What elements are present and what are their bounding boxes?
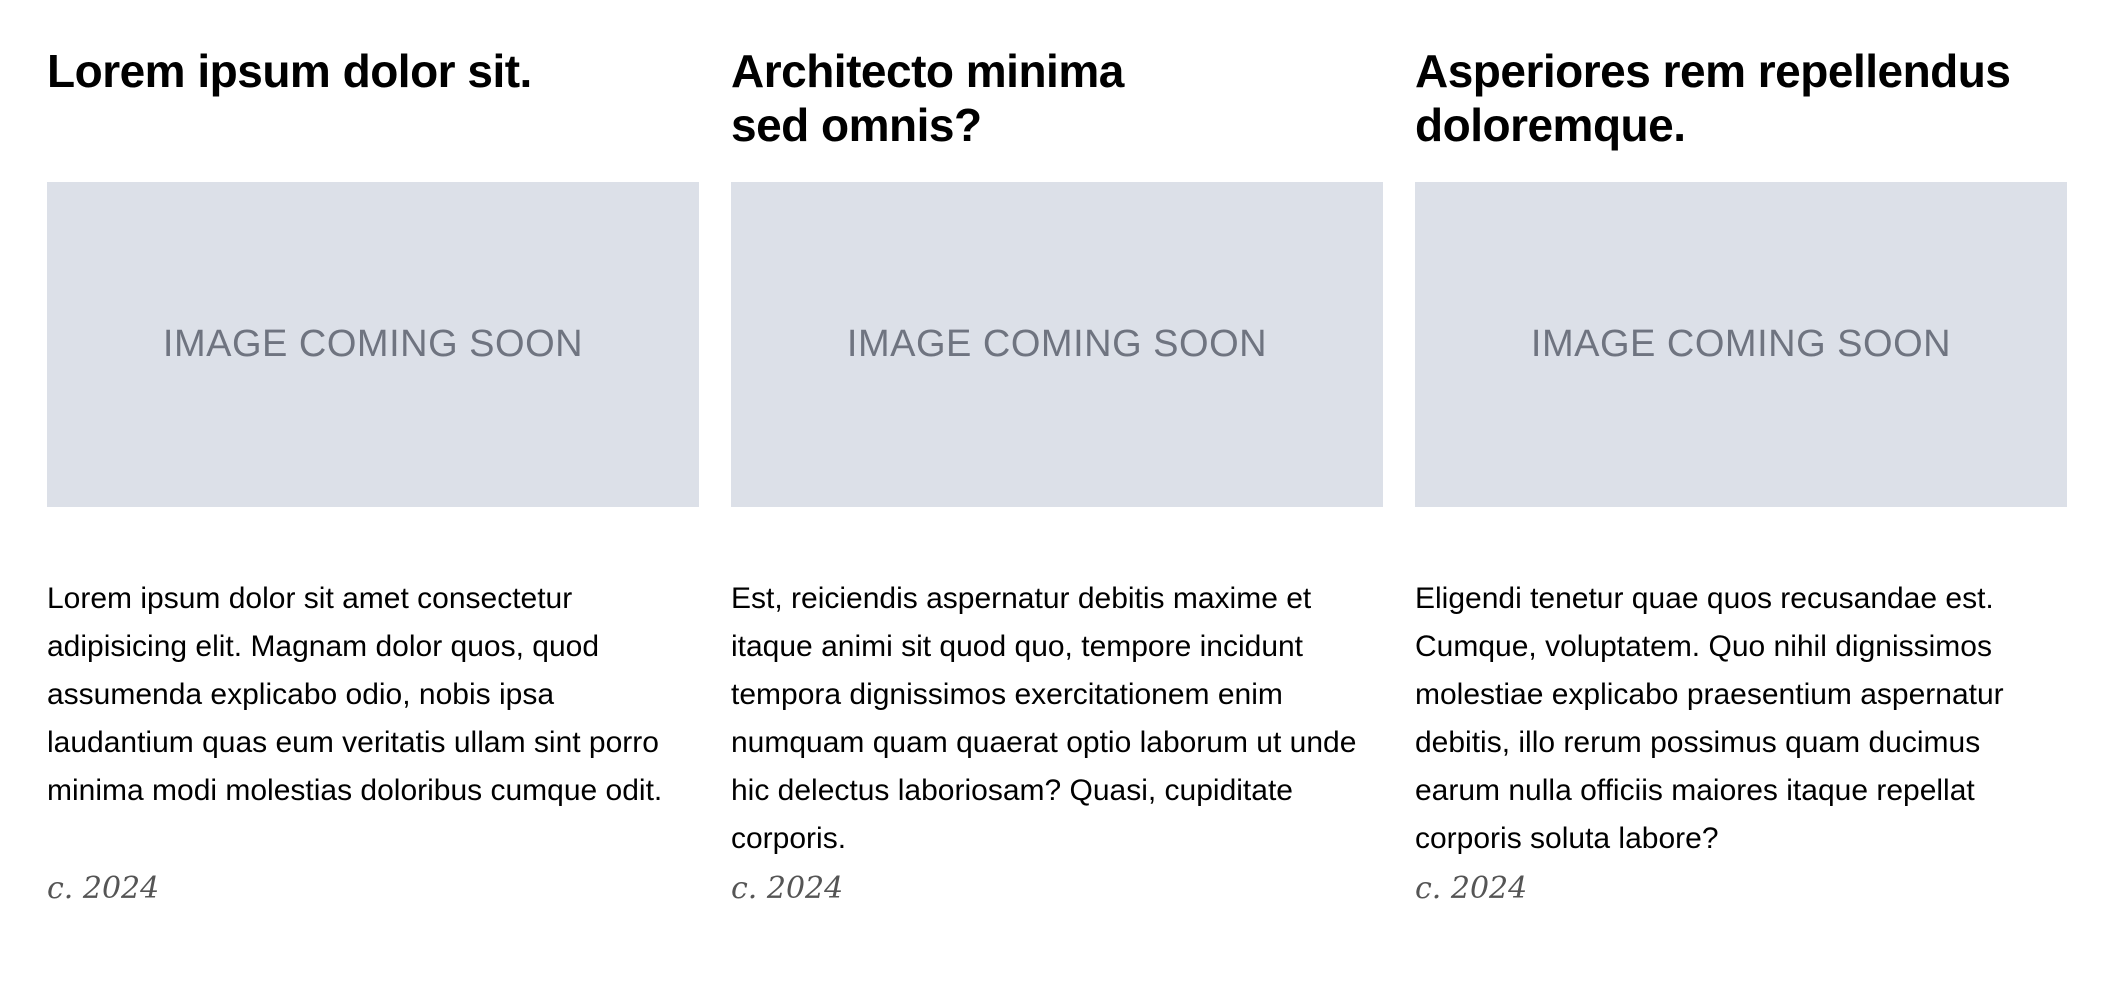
card-2: Architecto minima sed omnis? IMAGE COMIN… bbox=[731, 44, 1383, 906]
image-placeholder-text: IMAGE COMING SOON bbox=[1530, 323, 1952, 365]
card-title: Architecto minima sed omnis? bbox=[731, 45, 1124, 151]
card-title: Lorem ipsum dolor sit. bbox=[47, 45, 532, 97]
card-3: Asperiores rem repellendus doloremque. I… bbox=[1415, 44, 2067, 906]
card-date: c. 2024 bbox=[731, 871, 844, 906]
card-title: Asperiores rem repellendus doloremque. bbox=[1415, 45, 2011, 151]
card-grid: Lorem ipsum dolor sit. IMAGE COMING SOON… bbox=[47, 44, 2067, 906]
image-placeholder-text: IMAGE COMING SOON bbox=[162, 323, 584, 365]
card-body: Lorem ipsum dolor sit amet consectetur a… bbox=[47, 582, 663, 807]
image-placeholder: IMAGE COMING SOON bbox=[731, 182, 1383, 507]
card-body: Est, reiciendis aspernatur debitis maxim… bbox=[731, 582, 1357, 855]
image-placeholder: IMAGE COMING SOON bbox=[1415, 182, 2067, 507]
card-date: c. 2024 bbox=[47, 871, 160, 906]
card-date: c. 2024 bbox=[1415, 871, 1528, 906]
image-placeholder-text: IMAGE COMING SOON bbox=[846, 323, 1268, 365]
card-body: Eligendi tenetur quae quos recusandae es… bbox=[1415, 582, 2004, 855]
card-1: Lorem ipsum dolor sit. IMAGE COMING SOON… bbox=[47, 44, 699, 906]
image-placeholder: IMAGE COMING SOON bbox=[47, 182, 699, 507]
